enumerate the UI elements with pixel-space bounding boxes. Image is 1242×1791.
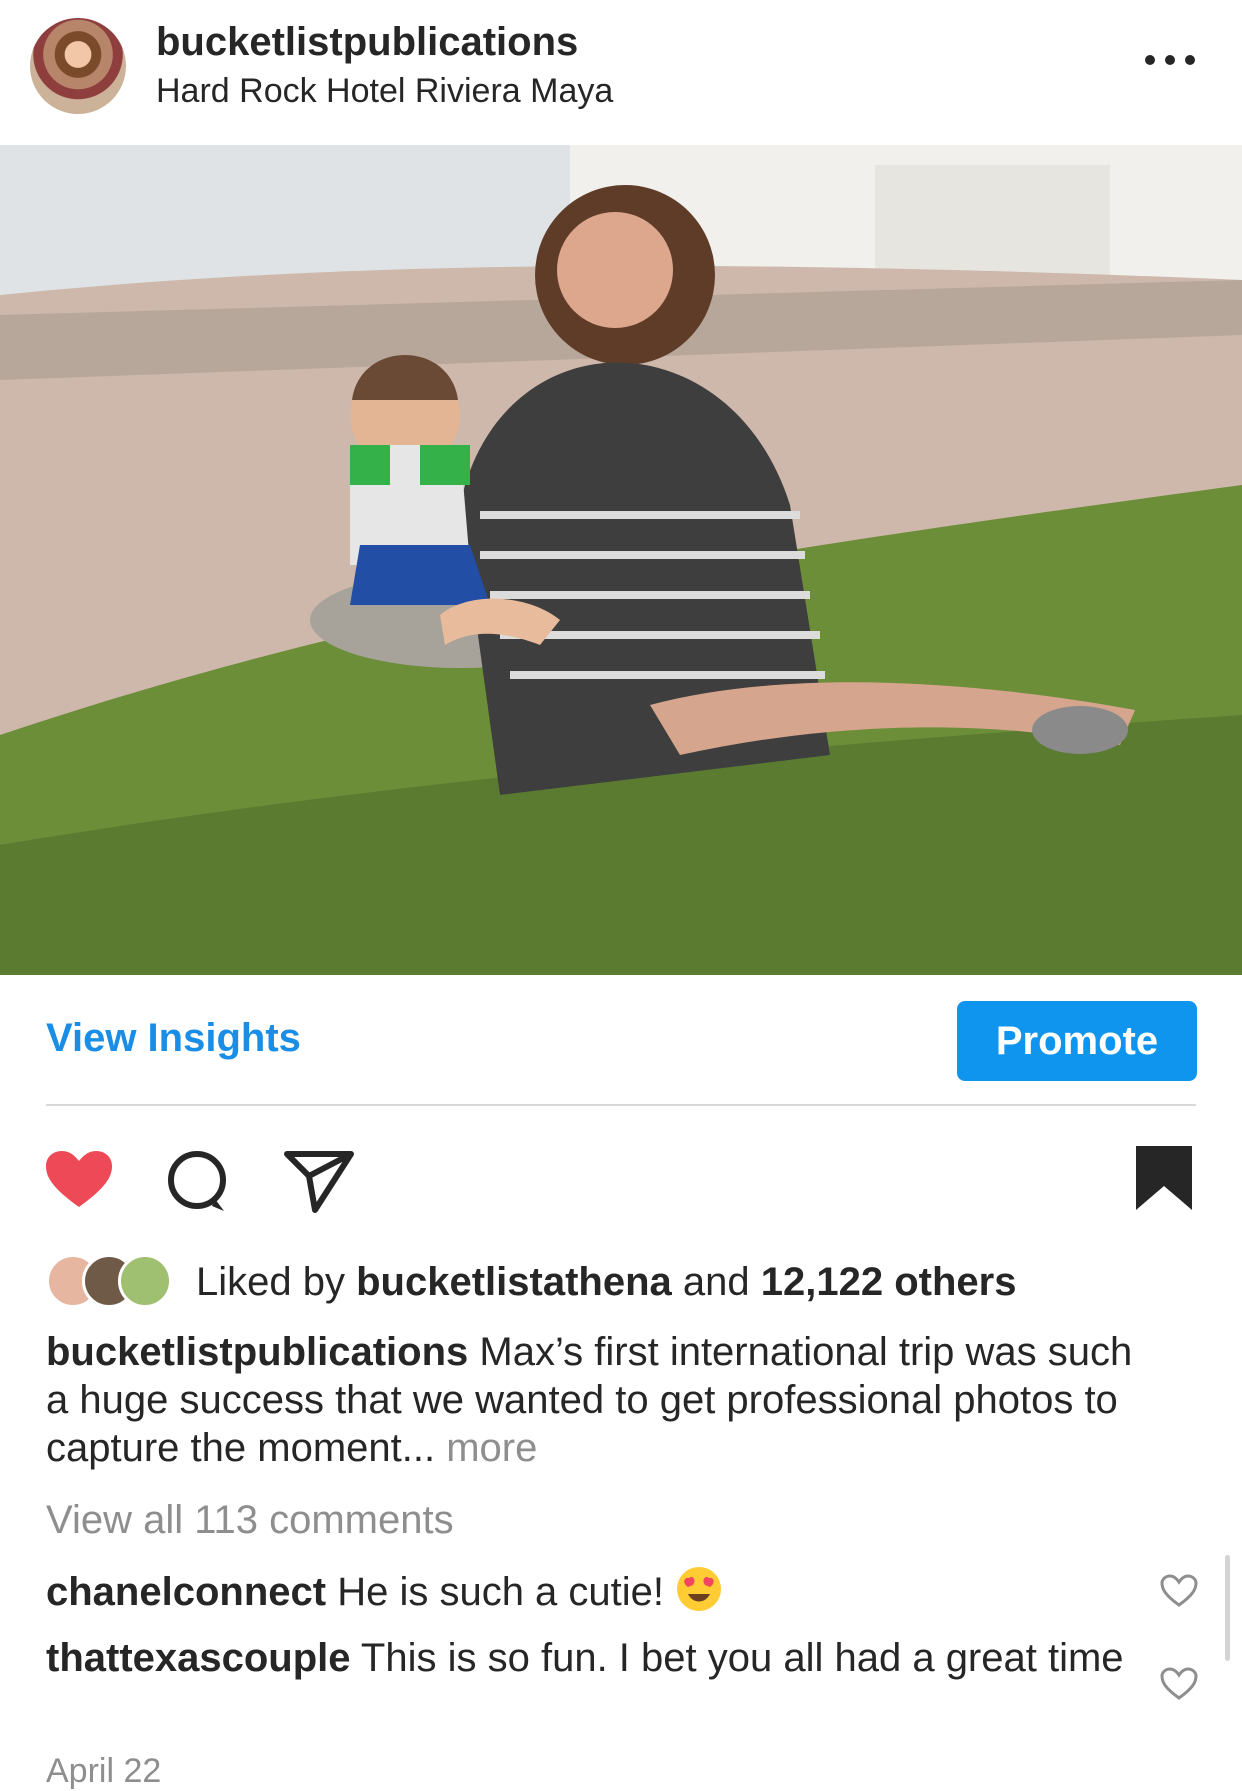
comment-text: He is such a cutie! (337, 1570, 665, 1614)
share-icon[interactable] (284, 1150, 354, 1214)
view-all-comments-link[interactable]: View all 113 comments (46, 1498, 454, 1543)
liker-avatar (118, 1254, 172, 1308)
comment-like-icon[interactable] (1160, 1574, 1198, 1608)
likes-summary[interactable]: Liked by bucketlistathena and 12,122 oth… (46, 1252, 1196, 1312)
comment-text: This is so fun. I bet you all had a grea… (360, 1636, 1124, 1680)
comment: thattexascouple This is so fun. I bet yo… (46, 1634, 1136, 1682)
post-photo[interactable] (0, 145, 1242, 975)
comment-like-icon[interactable] (1160, 1667, 1198, 1701)
scrollbar[interactable] (1225, 1555, 1230, 1661)
promote-button[interactable]: Promote (957, 1001, 1197, 1081)
likes-text[interactable]: Liked by bucketlistathena and 12,122 oth… (196, 1260, 1016, 1305)
bookmark-filled-icon[interactable] (1136, 1146, 1192, 1210)
comment-username[interactable]: chanelconnect (46, 1570, 326, 1614)
comment-username[interactable]: thattexascouple (46, 1636, 351, 1680)
view-insights-link[interactable]: View Insights (46, 1016, 301, 1061)
ellipsis-icon[interactable] (1140, 48, 1200, 72)
caption-more-link[interactable]: more (446, 1426, 537, 1470)
post-action-bar (0, 1138, 1242, 1218)
heart-filled-icon[interactable] (46, 1151, 112, 1209)
caption-username[interactable]: bucketlistpublications (46, 1330, 468, 1374)
comment: chanelconnect He is such a cutie! (46, 1565, 1136, 1616)
comment-icon[interactable] (164, 1150, 232, 1214)
post-location[interactable]: Hard Rock Hotel Riviera Maya (156, 72, 613, 111)
post-header: bucketlistpublications Hard Rock Hotel R… (0, 0, 1242, 145)
post-date: April 22 (46, 1752, 162, 1790)
heart-eyes-emoji (677, 1567, 722, 1611)
post-username[interactable]: bucketlistpublications (156, 20, 578, 65)
post-caption: bucketlistpublications Max’s first inter… (46, 1328, 1156, 1472)
divider (46, 1104, 1196, 1106)
profile-avatar[interactable] (30, 18, 126, 114)
